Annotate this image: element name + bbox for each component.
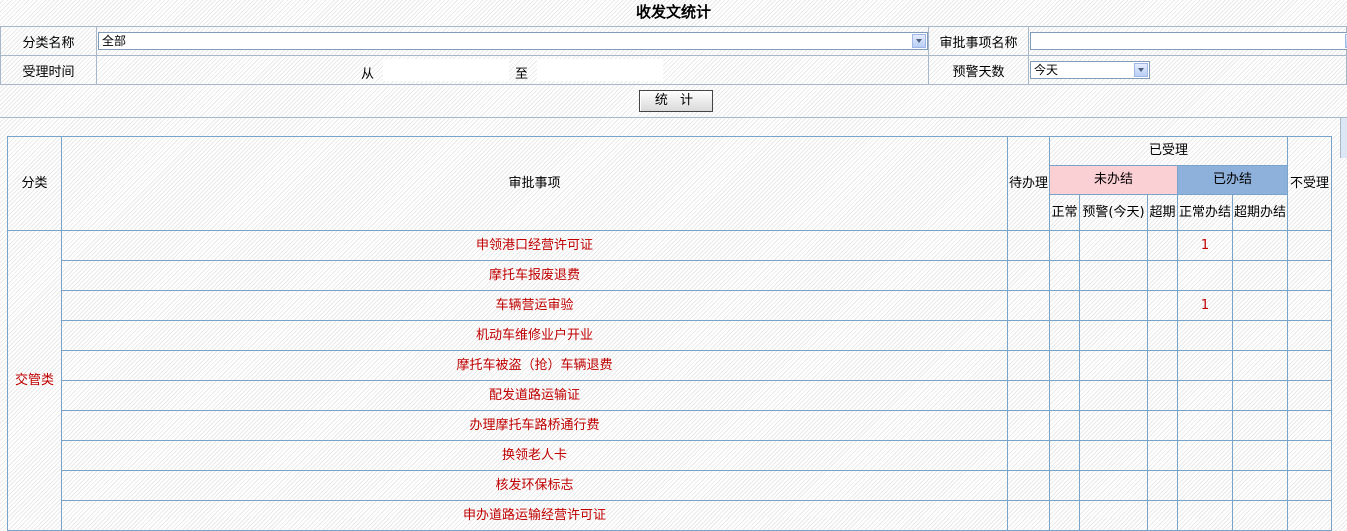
table-row: 交管类 申领港口经营许可证 1 <box>7 230 1333 531</box>
item-name-link[interactable]: 摩托车被盗（抢）车辆退费 <box>61 350 1008 381</box>
header-category: 分类 <box>7 136 62 231</box>
table-row: 办理摩托车路桥通行费 <box>8 410 1333 441</box>
page-title: 收发文统计 <box>635 3 711 21</box>
category-group-cell: 交管类 <box>7 230 62 531</box>
finished-normal-count[interactable]: 1 <box>1177 230 1233 261</box>
item-name-link[interactable]: 申领港口经营许可证 <box>61 230 1008 261</box>
warning-days-label: 预警天数 <box>928 55 1029 85</box>
table-row: 机动车维修业户开业 <box>8 320 1333 351</box>
warning-days-cell: 今天 <box>1028 55 1347 85</box>
item-name-link[interactable]: 核发环保标志 <box>61 470 1008 501</box>
finished-normal-count[interactable] <box>1177 260 1233 291</box>
header-overdue: 超期 <box>1147 194 1178 231</box>
to-label: 至 <box>515 67 529 82</box>
item-name-link[interactable]: 换领老人卡 <box>61 440 1008 471</box>
table-row: 摩托车被盗（抢）车辆退费 <box>8 350 1333 381</box>
item-label: 审批事项名称 <box>928 26 1029 56</box>
from-label: 从 <box>361 67 375 82</box>
start-date-input[interactable] <box>383 59 509 81</box>
finished-normal-count[interactable] <box>1177 500 1233 531</box>
table-row: 核发环保标志 <box>8 470 1333 501</box>
end-date-input[interactable] <box>537 59 663 81</box>
stat-bar: 统 计 <box>0 87 1347 118</box>
item-name-link[interactable]: 车辆营运审验 <box>61 290 1008 321</box>
table-row: 车辆营运审验 1 <box>8 290 1333 321</box>
header-pending: 待办理 <box>1007 136 1050 231</box>
finished-normal-count[interactable] <box>1177 350 1233 381</box>
table-row: 申办道路运输经营许可证 <box>8 500 1333 531</box>
time-label: 受理时间 <box>0 55 97 85</box>
finished-normal-count[interactable] <box>1177 440 1233 471</box>
table-row: 换领老人卡 <box>8 440 1333 471</box>
finished-normal-count[interactable]: 1 <box>1177 290 1233 321</box>
item-cell <box>1028 26 1347 56</box>
warning-days-value: 今天 <box>1034 63 1059 77</box>
finished-normal-count[interactable] <box>1177 320 1233 351</box>
time-cell: 从 至 <box>96 55 929 85</box>
chevron-down-icon[interactable] <box>1134 63 1148 77</box>
header-accepted: 已受理 <box>1048 136 1289 166</box>
item-name-link[interactable]: 配发道路运输证 <box>61 380 1008 411</box>
item-name-link[interactable]: 办理摩托车路桥通行费 <box>61 410 1008 441</box>
header-rejected: 不受理 <box>1287 136 1333 231</box>
category-cell: 全部 <box>96 26 929 56</box>
header-finished-overdue: 超期办结 <box>1231 194 1289 231</box>
finished-normal-count[interactable] <box>1177 470 1233 501</box>
header-finished: 已办结 <box>1176 165 1289 195</box>
table-row: 摩托车报废退费 <box>8 260 1333 291</box>
category-select-value: 全部 <box>102 34 127 48</box>
stats-table: 分类 审批事项 待办理 已受理 不受理 未办结 已办结 正常 预警(今天) 超期… <box>7 136 1333 531</box>
header-item: 审批事项 <box>61 136 1008 231</box>
warning-days-select[interactable]: 今天 <box>1030 61 1150 79</box>
item-name-link[interactable]: 申办道路运输经营许可证 <box>61 500 1008 531</box>
table-row: 配发道路运输证 <box>8 380 1333 411</box>
scrollbar[interactable] <box>1340 118 1347 158</box>
item-name-link[interactable]: 摩托车报废退费 <box>61 260 1008 291</box>
stat-button[interactable]: 统 计 <box>639 90 713 112</box>
chevron-down-icon[interactable] <box>912 34 926 48</box>
category-select[interactable]: 全部 <box>98 32 928 50</box>
header-finished-normal: 正常办结 <box>1177 194 1233 231</box>
finished-normal-count[interactable] <box>1177 380 1233 411</box>
item-name-link[interactable]: 机动车维修业户开业 <box>61 320 1008 351</box>
header-warning: 预警(今天) <box>1079 194 1148 231</box>
header-unfinished: 未办结 <box>1049 165 1178 195</box>
header-normal: 正常 <box>1049 194 1080 231</box>
category-label: 分类名称 <box>0 26 97 56</box>
item-select[interactable] <box>1030 32 1347 50</box>
finished-normal-count[interactable] <box>1177 410 1233 441</box>
filter-form: 分类名称 全部 审批事项名称 受理时间 从 至 预警天数 今天 <box>0 26 1347 85</box>
